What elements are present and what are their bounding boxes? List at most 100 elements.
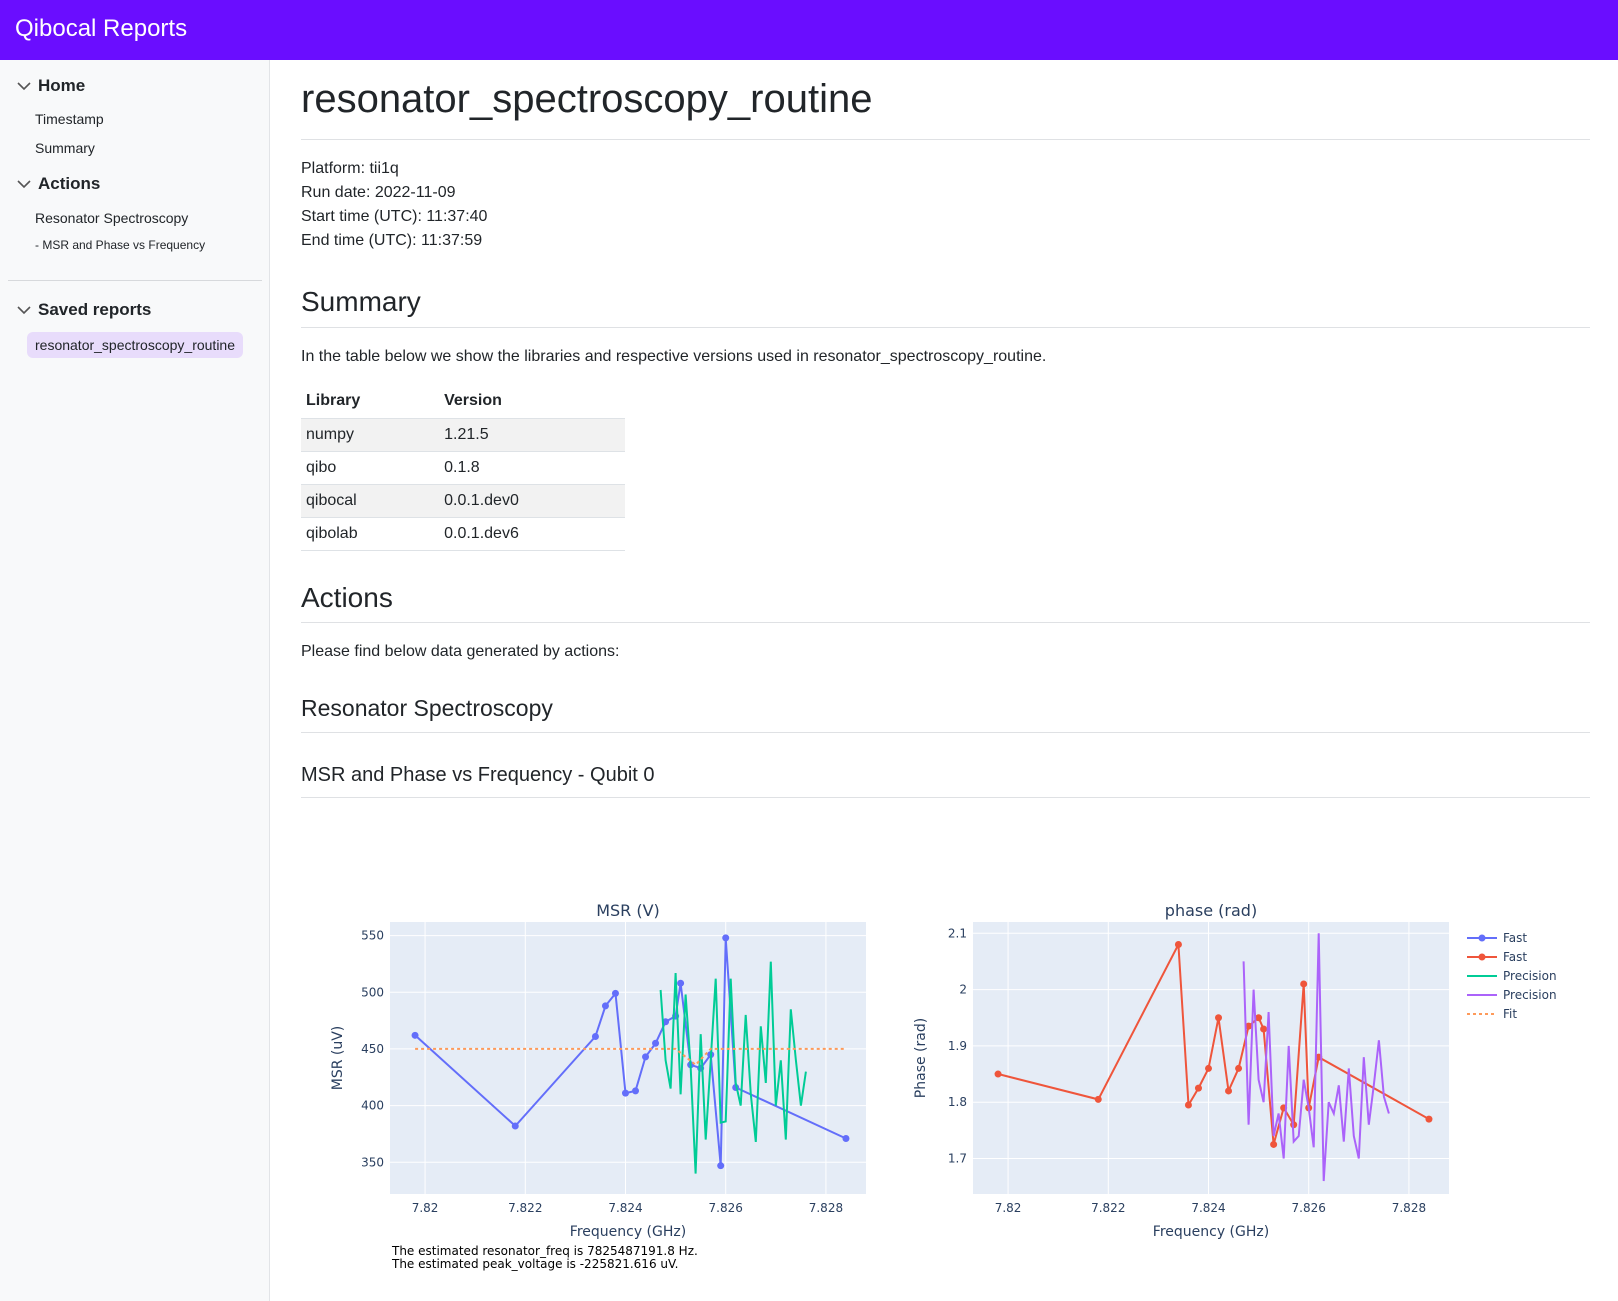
y-axis-label: Phase (rad) — [913, 1018, 929, 1098]
top-navbar: Qibocal Reports — [0, 0, 1618, 60]
data-point — [611, 989, 619, 997]
sidebar-item-timestamp[interactable]: Timestamp — [35, 111, 104, 127]
y-tick-label: 1.9 — [948, 1039, 967, 1053]
brand-title[interactable]: Qibocal Reports — [15, 15, 187, 43]
phase-subplot: 7.82 7.822 7.824 7.826 7.828 1.7 1.8 1.9 2 2.1 pha… — [913, 901, 1449, 1240]
legend-marker — [1478, 953, 1486, 961]
data-point — [1194, 1084, 1202, 1092]
plot-heading: MSR and Phase vs Frequency - Qubit 0 — [301, 764, 655, 786]
table-header-row: Library Version — [301, 384, 625, 418]
sidebar-section-label: Home — [38, 76, 86, 95]
table-row: numpy 1.21.5 — [301, 417, 625, 451]
x-tick-label: 7.828 — [809, 1201, 843, 1215]
peak-voltage-note: The estimated peak_voltage is -225821.61… — [392, 1257, 679, 1271]
library-cell: qibocal — [301, 483, 440, 517]
legend-label: Fast — [1503, 950, 1527, 964]
x-axis-label: Frequency (GHz) — [1153, 1224, 1269, 1240]
table-row: qibolab 0.0.1.dev6 — [301, 516, 625, 551]
sidebar-section-home[interactable]: Home — [16, 76, 85, 96]
divider — [301, 139, 1590, 140]
legend: Fast Fast Precision Precision Fit — [1467, 931, 1557, 1021]
x-tick-label: 7.82 — [412, 1201, 439, 1215]
data-point — [591, 1032, 599, 1040]
library-cell: numpy — [301, 417, 440, 451]
version-cell: 0.0.1.dev6 — [439, 516, 625, 551]
msr-phase-plot[interactable]: 7.82 7.822 7.824 7.826 7.828350400450500550M… — [302, 880, 1602, 1255]
data-point — [717, 1162, 725, 1170]
library-cell: qibo — [301, 450, 440, 484]
sidebar-section-label: Saved reports — [38, 300, 152, 319]
x-tick-label: 7.826 — [709, 1201, 743, 1215]
divider — [301, 732, 1590, 733]
data-point — [1300, 980, 1308, 988]
divider — [301, 622, 1590, 623]
y-tick-label: 500 — [361, 985, 384, 999]
y-tick-label: 1.7 — [948, 1152, 967, 1166]
data-point — [1174, 941, 1182, 949]
y-tick-label: 350 — [361, 1155, 384, 1169]
sidebar-item-summary[interactable]: Summary — [35, 140, 95, 156]
sidebar-divider — [8, 280, 262, 281]
summary-heading: Summary — [301, 286, 421, 317]
column-header: Version — [444, 391, 502, 409]
sidebar: Home Timestamp Summary Actions Resonator… — [0, 60, 270, 1301]
legend-marker — [1478, 934, 1486, 942]
data-point — [1184, 1101, 1192, 1109]
data-point — [1225, 1087, 1233, 1095]
resonator-freq-note: The estimated resonator_freq is 78254871… — [392, 1244, 698, 1258]
data-point — [411, 1031, 419, 1039]
sidebar-section-saved-reports[interactable]: Saved reports — [16, 300, 151, 320]
library-table: Library Version numpy 1.21.5 qibo 0.1.8 … — [301, 384, 625, 551]
chevron-down-icon — [17, 82, 31, 91]
legend-label: Fit — [1503, 1007, 1517, 1021]
data-point — [652, 1039, 660, 1047]
x-tick-label: 7.824 — [1191, 1201, 1225, 1215]
y-tick-label: 1.8 — [948, 1095, 967, 1109]
data-point — [511, 1122, 519, 1130]
data-point — [601, 1002, 609, 1010]
sidebar-section-actions[interactable]: Actions — [16, 174, 100, 194]
data-point — [642, 1053, 650, 1061]
legend-label: Fast — [1503, 931, 1527, 945]
x-tick-label: 7.822 — [508, 1201, 542, 1215]
data-point — [1235, 1064, 1243, 1072]
data-point — [994, 1070, 1002, 1078]
data-point — [677, 979, 685, 987]
meta-start-time: Start time (UTC): 11:37:40 — [301, 208, 488, 225]
chevron-down-icon — [17, 306, 31, 315]
version-cell: 0.1.8 — [439, 450, 625, 484]
x-tick-label: 7.822 — [1091, 1201, 1125, 1215]
x-tick-label: 7.826 — [1292, 1201, 1326, 1215]
column-header: Library — [306, 391, 361, 409]
y-tick-label: 2.1 — [948, 926, 967, 940]
resonator-spectroscopy-heading: Resonator Spectroscopy — [301, 695, 553, 721]
chevron-down-icon — [17, 180, 31, 189]
sidebar-section-label: Actions — [38, 174, 101, 193]
divider — [301, 797, 1590, 798]
msr-subplot: 7.82 7.822 7.824 7.826 7.828 350 400 450 500 550 M… — [330, 901, 866, 1240]
meta-run-date: Run date: 2022-11-09 — [301, 184, 456, 201]
meta-end-time: End time (UTC): 11:37:59 — [301, 232, 483, 249]
subplot-title: phase (rad) — [1165, 901, 1257, 920]
x-tick-label: 7.82 — [995, 1201, 1022, 1215]
actions-heading: Actions — [301, 582, 393, 613]
data-point — [1425, 1115, 1433, 1123]
plot-background — [390, 922, 866, 1194]
data-point — [1260, 1025, 1268, 1033]
divider — [301, 327, 1590, 328]
legend-label: Precision — [1503, 988, 1557, 1002]
saved-report-item[interactable]: resonator_spectroscopy_routine — [27, 332, 244, 358]
y-tick-label: 550 — [361, 929, 384, 943]
data-point — [621, 1089, 629, 1097]
sidebar-item-msr-phase[interactable]: - MSR and Phase vs Frequency — [35, 238, 205, 252]
data-point — [1270, 1140, 1278, 1148]
y-axis-label: MSR (uV) — [330, 1026, 346, 1091]
subplot-title: MSR (V) — [596, 901, 660, 920]
y-tick-label: 450 — [361, 1042, 384, 1056]
data-point — [722, 934, 730, 942]
sidebar-item-resonator-spectroscopy[interactable]: Resonator Spectroscopy — [35, 210, 188, 226]
y-tick-label: 2 — [959, 983, 967, 997]
x-axis-label: Frequency (GHz) — [570, 1224, 686, 1240]
version-cell: 0.0.1.dev0 — [439, 483, 625, 517]
data-point — [1215, 1014, 1223, 1022]
